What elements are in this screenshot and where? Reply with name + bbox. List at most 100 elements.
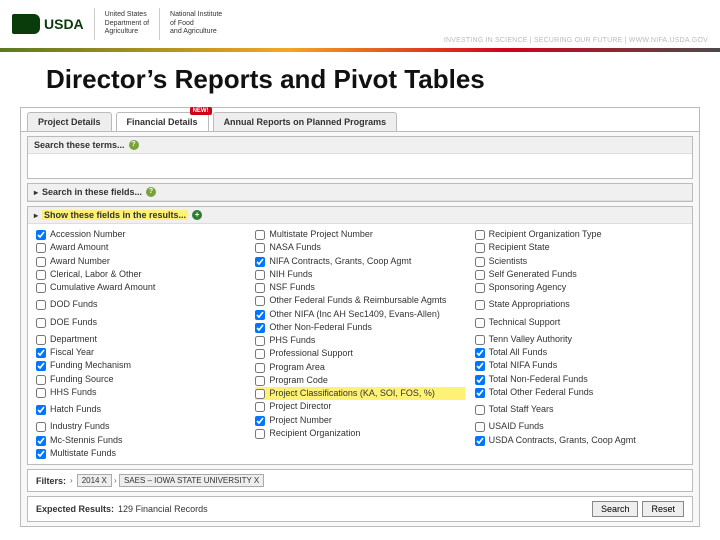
search-fields-header[interactable]: ▸ Search in these fields... ? bbox=[28, 184, 692, 201]
checkbox-input[interactable] bbox=[255, 243, 265, 253]
field-checkbox[interactable]: Scientists bbox=[475, 255, 684, 268]
checkbox-input[interactable] bbox=[255, 363, 265, 373]
close-icon[interactable]: X bbox=[101, 476, 106, 485]
tab-annual-reports-on-planned-programs[interactable]: Annual Reports on Planned Programs bbox=[213, 112, 398, 131]
field-checkbox[interactable]: USDA Contracts, Grants, Coop Agmt bbox=[475, 434, 684, 447]
field-checkbox[interactable]: Accession Number bbox=[36, 228, 245, 241]
filter-chip[interactable]: SAES – IOWA STATE UNIVERSITY X bbox=[119, 474, 264, 487]
field-checkbox[interactable]: HHS Funds bbox=[36, 386, 245, 399]
field-checkbox[interactable]: Award Number bbox=[36, 255, 245, 268]
checkbox-input[interactable] bbox=[255, 416, 265, 426]
field-checkbox[interactable]: Total NIFA Funds bbox=[475, 359, 684, 372]
field-checkbox[interactable]: Funding Source bbox=[36, 373, 245, 386]
checkbox-input[interactable] bbox=[36, 257, 46, 267]
field-checkbox[interactable]: Recipient Organization Type bbox=[475, 228, 684, 241]
checkbox-input[interactable] bbox=[475, 422, 485, 432]
field-checkbox[interactable]: Mc-Stennis Funds bbox=[36, 434, 245, 447]
checkbox-input[interactable] bbox=[475, 300, 485, 310]
checkbox-input[interactable] bbox=[475, 318, 485, 328]
search-terms-body[interactable] bbox=[28, 154, 692, 178]
checkbox-input[interactable] bbox=[255, 230, 265, 240]
checkbox-input[interactable] bbox=[36, 375, 46, 385]
search-button[interactable]: Search bbox=[592, 501, 639, 517]
checkbox-input[interactable] bbox=[475, 405, 485, 415]
field-checkbox[interactable]: Cumulative Award Amount bbox=[36, 281, 245, 294]
checkbox-input[interactable] bbox=[475, 348, 485, 358]
checkbox-input[interactable] bbox=[36, 230, 46, 240]
checkbox-input[interactable] bbox=[36, 361, 46, 371]
field-checkbox[interactable]: NIFA Contracts, Grants, Coop Agmt bbox=[255, 255, 464, 268]
checkbox-input[interactable] bbox=[475, 270, 485, 280]
field-checkbox[interactable]: Total Other Federal Funds bbox=[475, 386, 684, 399]
checkbox-input[interactable] bbox=[255, 270, 265, 280]
checkbox-input[interactable] bbox=[475, 257, 485, 267]
add-icon[interactable]: + bbox=[192, 210, 202, 220]
checkbox-input[interactable] bbox=[475, 230, 485, 240]
checkbox-input[interactable] bbox=[475, 436, 485, 446]
checkbox-input[interactable] bbox=[36, 388, 46, 398]
field-checkbox[interactable]: Hatch Funds bbox=[36, 403, 245, 416]
checkbox-input[interactable] bbox=[475, 335, 485, 345]
checkbox-input[interactable] bbox=[36, 422, 46, 432]
checkbox-input[interactable] bbox=[36, 243, 46, 253]
checkbox-input[interactable] bbox=[36, 348, 46, 358]
field-checkbox[interactable]: NASA Funds bbox=[255, 241, 464, 254]
field-checkbox[interactable]: Other Federal Funds & Reimbursable Agmts bbox=[255, 294, 464, 307]
checkbox-input[interactable] bbox=[255, 429, 265, 439]
field-checkbox[interactable]: Sponsoring Agency bbox=[475, 281, 684, 294]
field-checkbox[interactable]: Award Amount bbox=[36, 241, 245, 254]
field-checkbox[interactable]: State Appropriations bbox=[475, 298, 684, 311]
checkbox-input[interactable] bbox=[255, 323, 265, 333]
field-checkbox[interactable]: Technical Support bbox=[475, 316, 684, 329]
field-checkbox[interactable]: Total Non-Federal Funds bbox=[475, 373, 684, 386]
checkbox-input[interactable] bbox=[255, 336, 265, 346]
checkbox-input[interactable] bbox=[475, 388, 485, 398]
checkbox-input[interactable] bbox=[255, 376, 265, 386]
field-checkbox[interactable]: Self Generated Funds bbox=[475, 268, 684, 281]
field-checkbox[interactable]: Clerical, Labor & Other bbox=[36, 268, 245, 281]
show-fields-header[interactable]: ▸ Show these fields in the results... + bbox=[28, 207, 692, 224]
checkbox-input[interactable] bbox=[36, 335, 46, 345]
field-checkbox[interactable]: Recipient Organization bbox=[255, 427, 464, 440]
field-checkbox[interactable]: USAID Funds bbox=[475, 420, 684, 433]
field-checkbox[interactable]: Multistate Project Number bbox=[255, 228, 464, 241]
field-checkbox[interactable]: Project Director bbox=[255, 400, 464, 413]
expand-icon[interactable]: ▸ bbox=[34, 188, 38, 197]
field-checkbox[interactable]: Multistate Funds bbox=[36, 447, 245, 460]
tab-financial-details[interactable]: Financial DetailsNEW! bbox=[116, 112, 209, 131]
checkbox-input[interactable] bbox=[36, 436, 46, 446]
filter-chip[interactable]: 2014 X bbox=[77, 474, 112, 487]
field-checkbox[interactable]: Project Classifications (KA, SOI, FOS, %… bbox=[255, 387, 464, 400]
field-checkbox[interactable]: Industry Funds bbox=[36, 420, 245, 433]
field-checkbox[interactable]: Fiscal Year bbox=[36, 346, 245, 359]
checkbox-input[interactable] bbox=[255, 283, 265, 293]
checkbox-input[interactable] bbox=[475, 243, 485, 253]
field-checkbox[interactable]: NSF Funds bbox=[255, 281, 464, 294]
field-checkbox[interactable]: NIH Funds bbox=[255, 268, 464, 281]
checkbox-input[interactable] bbox=[255, 257, 265, 267]
checkbox-input[interactable] bbox=[255, 402, 265, 412]
field-checkbox[interactable]: Recipient State bbox=[475, 241, 684, 254]
checkbox-input[interactable] bbox=[255, 349, 265, 359]
field-checkbox[interactable]: Other Non-Federal Funds bbox=[255, 321, 464, 334]
field-checkbox[interactable]: DOD Funds bbox=[36, 298, 245, 311]
field-checkbox[interactable]: Department bbox=[36, 333, 245, 346]
checkbox-input[interactable] bbox=[36, 405, 46, 415]
field-checkbox[interactable]: Funding Mechanism bbox=[36, 359, 245, 372]
checkbox-input[interactable] bbox=[36, 283, 46, 293]
close-icon[interactable]: X bbox=[254, 476, 259, 485]
field-checkbox[interactable]: Total All Funds bbox=[475, 346, 684, 359]
field-checkbox[interactable]: Professional Support bbox=[255, 347, 464, 360]
checkbox-input[interactable] bbox=[36, 300, 46, 310]
checkbox-input[interactable] bbox=[36, 318, 46, 328]
field-checkbox[interactable]: DOE Funds bbox=[36, 316, 245, 329]
search-terms-header[interactable]: Search these terms... ? bbox=[28, 137, 692, 154]
checkbox-input[interactable] bbox=[36, 270, 46, 280]
field-checkbox[interactable]: Total Staff Years bbox=[475, 403, 684, 416]
checkbox-input[interactable] bbox=[255, 389, 265, 399]
help-icon[interactable]: ? bbox=[129, 140, 139, 150]
reset-button[interactable]: Reset bbox=[642, 501, 684, 517]
help-icon[interactable]: ? bbox=[146, 187, 156, 197]
field-checkbox[interactable]: Other NIFA (Inc AH Sec1409, Evans-Allen) bbox=[255, 308, 464, 321]
checkbox-input[interactable] bbox=[475, 361, 485, 371]
